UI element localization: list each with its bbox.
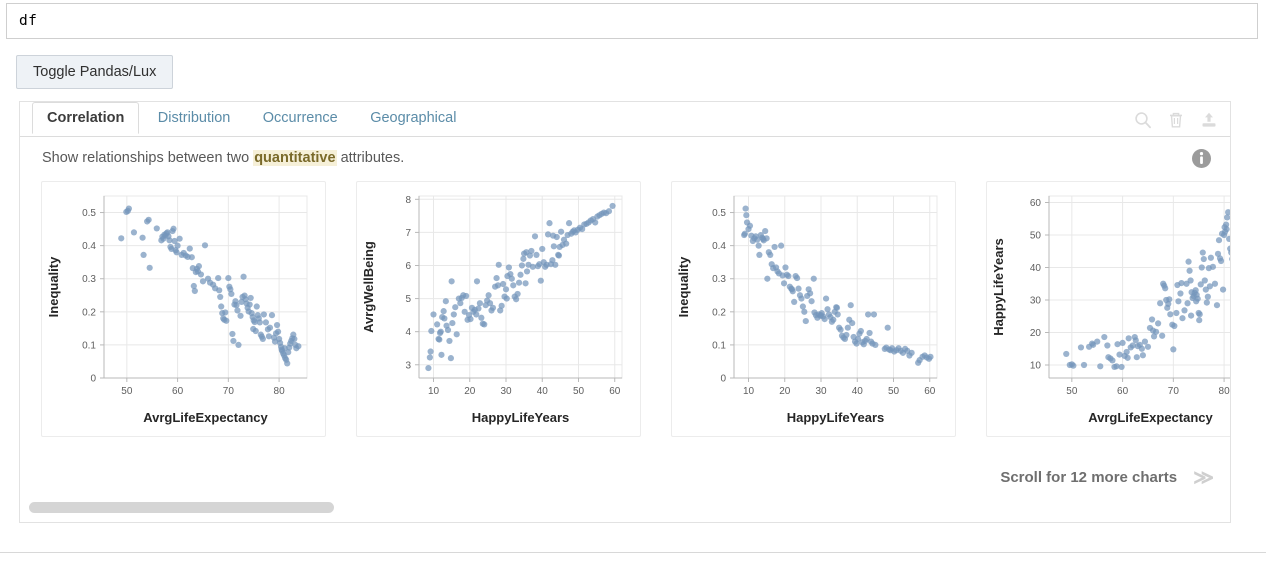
svg-text:20: 20 <box>1030 328 1042 339</box>
svg-text:40: 40 <box>1030 263 1042 274</box>
svg-text:5: 5 <box>405 294 411 305</box>
svg-text:50: 50 <box>888 386 900 397</box>
svg-text:60: 60 <box>924 386 936 397</box>
description-highlight: quantitative <box>253 150 337 166</box>
svg-text:10: 10 <box>1030 361 1042 372</box>
tab-correlation[interactable]: Correlation <box>32 102 140 134</box>
scrollbar-thumb[interactable] <box>29 502 334 513</box>
scroll-prompt[interactable]: Scroll for 12 more charts ≫ <box>986 468 1214 488</box>
svg-text:HappyLifeYears: HappyLifeYears <box>787 410 885 425</box>
svg-text:0.3: 0.3 <box>82 274 96 285</box>
svg-text:6: 6 <box>405 261 411 272</box>
tab-distribution[interactable]: Distribution <box>144 102 245 133</box>
code-input-text: df <box>19 13 38 29</box>
svg-text:0.4: 0.4 <box>712 241 726 252</box>
charts-strip: 0 0.1 0.2 0.3 0.4 0.5 50 60 70 80 AvrgLifeExpectan… <box>20 181 1230 439</box>
bottom-divider <box>0 552 1266 553</box>
chart-card[interactable]: 0 0.1 0.2 0.3 0.4 0.5 10 20 30 40 50 60 HappyLifeYea… <box>671 181 956 437</box>
notebook-page: df Toggle Pandas/Lux Correlation Distrib… <box>0 0 1266 568</box>
svg-text:0: 0 <box>90 374 96 385</box>
svg-text:80: 80 <box>1219 386 1230 397</box>
description-suffix: attributes. <box>336 150 405 166</box>
chart-card[interactable]: 0 0.1 0.2 0.3 0.4 0.5 50 60 70 80 AvrgLifeExpectan… <box>41 181 326 437</box>
search-icon[interactable] <box>1134 111 1152 129</box>
svg-text:50: 50 <box>573 386 585 397</box>
widget-toolbar <box>1134 111 1218 129</box>
svg-text:HappyLifeYears: HappyLifeYears <box>991 238 1006 336</box>
svg-text:0.2: 0.2 <box>82 307 96 318</box>
upload-icon[interactable] <box>1200 111 1218 129</box>
svg-text:20: 20 <box>779 386 791 397</box>
svg-text:0.5: 0.5 <box>82 208 96 219</box>
svg-text:0.5: 0.5 <box>712 208 726 219</box>
svg-text:0.3: 0.3 <box>712 274 726 285</box>
scroll-prompt-label: Scroll for 12 more charts <box>1000 469 1178 486</box>
svg-text:4: 4 <box>405 327 411 338</box>
svg-text:AvrgLifeExpectancy: AvrgLifeExpectancy <box>143 410 268 425</box>
svg-text:30: 30 <box>1030 296 1042 307</box>
lux-widget: Correlation Distribution Occurrence Geog… <box>19 101 1231 523</box>
svg-text:60: 60 <box>172 386 184 397</box>
svg-text:60: 60 <box>1117 386 1129 397</box>
svg-text:7: 7 <box>405 228 411 239</box>
trash-icon[interactable] <box>1168 111 1184 129</box>
tab-geographical[interactable]: Geographical <box>356 102 470 133</box>
svg-text:50: 50 <box>121 386 133 397</box>
svg-text:Inequality: Inequality <box>46 256 61 317</box>
svg-text:50: 50 <box>1066 386 1078 397</box>
svg-text:AvrgWellBeing: AvrgWellBeing <box>361 241 376 333</box>
code-input-cell[interactable]: df <box>6 3 1258 39</box>
svg-text:3: 3 <box>405 360 411 371</box>
svg-text:80: 80 <box>274 386 286 397</box>
chart-card[interactable]: 10 20 30 40 50 60 50 60 70 80 AvrgLifeExpectancy Ha… <box>986 181 1230 437</box>
description-row: Show relationships between two quantitat… <box>20 137 1230 168</box>
svg-text:0.1: 0.1 <box>82 340 96 351</box>
svg-text:Inequality: Inequality <box>676 256 691 317</box>
chart-card[interactable]: 3 4 5 6 7 8 10 20 30 40 50 60 HappyLifeYears AvrgWell… <box>356 181 641 437</box>
svg-text:0.2: 0.2 <box>712 307 726 318</box>
svg-text:70: 70 <box>223 386 235 397</box>
description-prefix: Show relationships between two <box>42 150 254 166</box>
svg-text:30: 30 <box>500 386 512 397</box>
svg-text:30: 30 <box>815 386 827 397</box>
horizontal-scrollbar[interactable] <box>29 502 1221 514</box>
svg-text:8: 8 <box>405 195 411 206</box>
info-icon[interactable] <box>1191 148 1212 173</box>
svg-text:40: 40 <box>537 386 549 397</box>
svg-text:10: 10 <box>428 386 440 397</box>
svg-text:HappyLifeYears: HappyLifeYears <box>472 410 570 425</box>
svg-text:40: 40 <box>852 386 864 397</box>
charts-row: 0 0.1 0.2 0.3 0.4 0.5 50 60 70 80 AvrgLifeExpectan… <box>20 181 1230 437</box>
svg-text:60: 60 <box>1030 198 1042 209</box>
tab-occurrence[interactable]: Occurrence <box>249 102 352 133</box>
svg-text:60: 60 <box>609 386 621 397</box>
tab-bar: Correlation Distribution Occurrence Geog… <box>20 102 1230 137</box>
svg-text:0: 0 <box>720 374 726 385</box>
svg-text:50: 50 <box>1030 231 1042 242</box>
svg-text:0.4: 0.4 <box>82 241 96 252</box>
svg-text:70: 70 <box>1168 386 1180 397</box>
svg-text:20: 20 <box>464 386 476 397</box>
toggle-pandas-lux-button[interactable]: Toggle Pandas/Lux <box>16 55 174 89</box>
svg-text:10: 10 <box>743 386 755 397</box>
svg-text:0.1: 0.1 <box>712 340 726 351</box>
svg-text:AvrgLifeExpectancy: AvrgLifeExpectancy <box>1088 410 1213 425</box>
double-chevron-right-icon[interactable]: ≫ <box>1193 468 1214 488</box>
